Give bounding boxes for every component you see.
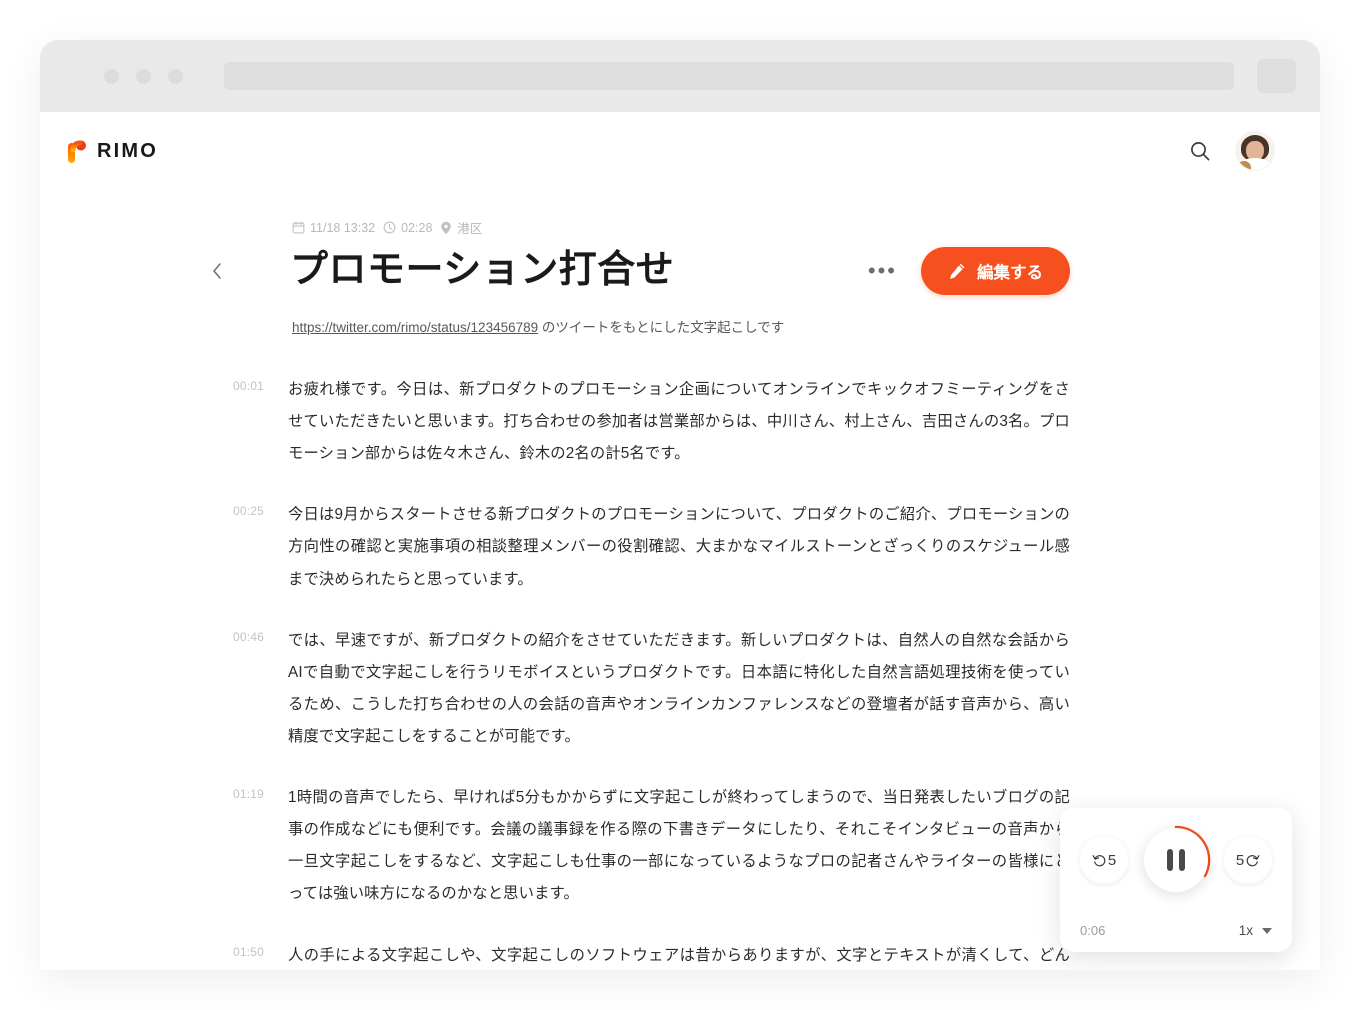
source-link[interactable]: https://twitter.com/rimo/status/12345678…	[292, 320, 538, 335]
map-pin-icon	[441, 221, 452, 234]
header-actions	[1187, 132, 1274, 170]
document-meta: 11/18 13:32 02:28 港区	[292, 218, 1070, 237]
page-title: プロモーション打合せ	[290, 249, 675, 292]
rimo-logo[interactable]: RIMO	[67, 138, 158, 165]
segment-text[interactable]: 1時間の音声でしたら、早ければ5分もかからずに文字起こしが終わってしまうので、当…	[288, 782, 1070, 910]
segment-text[interactable]: お疲れ様です。今日は、新プロダクトのプロモーション企画についてオンラインでキック…	[288, 374, 1070, 470]
segment-text[interactable]: 人の手による文字起こしや、文字起こしのソフトウェアは昔からありますが、文字とテキ…	[288, 940, 1070, 970]
calendar-icon	[292, 221, 305, 234]
transcript-list: 00:01 お疲れ様です。今日は、新プロダクトのプロモーション企画についてオンライ…	[233, 374, 1070, 970]
segment-timestamp[interactable]: 00:01	[233, 374, 288, 470]
rewind-5-label: 5	[1107, 851, 1117, 869]
player-controls: 5 5	[1080, 824, 1272, 896]
avatar[interactable]	[1236, 132, 1274, 170]
playback-speed-select[interactable]: 1x	[1239, 923, 1272, 938]
audio-player: 5 5 0:06 1x	[1060, 808, 1292, 952]
browser-chrome	[40, 40, 1320, 112]
title-row: プロモーション打合せ ••• 編集する	[213, 247, 1070, 295]
title-actions: ••• 編集する	[860, 247, 1070, 295]
app-header: RIMO	[40, 112, 1320, 190]
source-suffix: のツイートをもとにした文字起こしです	[538, 320, 785, 335]
chevron-down-icon	[1262, 927, 1272, 934]
edit-button-label: 編集する	[977, 264, 1043, 282]
segment-text[interactable]: では、早速ですが、新プロダクトの紹介をさせていただきます。新しいプロダクトは、自…	[288, 625, 1070, 753]
current-time-label: 0:06	[1080, 923, 1106, 938]
minimize-window-dot[interactable]	[136, 68, 151, 84]
rimo-logo-mark	[67, 138, 90, 165]
browser-window: RIMO 11/18 13:32 02:28 港区 プロモーション打合せ •••…	[40, 40, 1320, 970]
app-container: RIMO 11/18 13:32 02:28 港区 プロモーション打合せ •••…	[40, 112, 1320, 970]
close-window-dot[interactable]	[104, 68, 119, 84]
forward-5-button[interactable]: 5	[1224, 836, 1272, 884]
traffic-lights	[104, 68, 183, 84]
clock-icon	[383, 221, 396, 234]
more-options-button[interactable]: •••	[860, 256, 905, 286]
segment-timestamp[interactable]: 00:46	[233, 625, 288, 753]
segment-timestamp[interactable]: 01:19	[233, 782, 288, 910]
edit-button[interactable]: 編集する	[921, 247, 1070, 295]
document: 11/18 13:32 02:28 港区 プロモーション打合せ ••• 編集する…	[213, 218, 1070, 970]
pause-button[interactable]	[1144, 828, 1208, 892]
pause-icon-bar2	[1179, 849, 1185, 871]
rimo-logo-text: RIMO	[97, 139, 159, 162]
meta-duration-text: 02:28	[401, 220, 433, 235]
play-pause-wrap	[1140, 824, 1212, 896]
segment-timestamp[interactable]: 00:25	[233, 499, 288, 595]
transcript-segment: 00:46 では、早速ですが、新プロダクトの紹介をさせていただきます。新しいプロダ…	[233, 625, 1070, 753]
rotate-cw-icon	[1246, 854, 1260, 866]
meta-duration: 02:28	[383, 221, 432, 235]
meta-location: 港区	[440, 218, 482, 237]
pause-icon	[1167, 849, 1173, 871]
search-icon[interactable]	[1187, 138, 1213, 164]
segment-timestamp[interactable]: 01:50	[233, 940, 288, 970]
maximize-window-dot[interactable]	[168, 68, 183, 84]
playback-speed-label: 1x	[1238, 923, 1253, 938]
transcript-segment: 00:01 お疲れ様です。今日は、新プロダクトのプロモーション企画についてオンライ…	[233, 374, 1070, 470]
chevron-left-icon[interactable]	[205, 259, 229, 283]
pencil-icon	[950, 263, 965, 279]
transcript-segment: 00:25 今日は9月からスタートさせる新プロダクトのプロモーションについて、プロ…	[233, 499, 1070, 595]
meta-location-text: 港区	[457, 222, 483, 236]
meta-date-text: 11/18 13:32	[310, 220, 376, 235]
segment-text[interactable]: 今日は9月からスタートさせる新プロダクトのプロモーションについて、プロダクトのご…	[288, 499, 1070, 595]
rewind-5-button[interactable]: 5	[1080, 836, 1128, 884]
browser-extension-button[interactable]	[1257, 59, 1296, 93]
forward-5-label: 5	[1235, 851, 1245, 869]
source-line: https://twitter.com/rimo/status/12345678…	[292, 316, 1070, 336]
transcript-segment: 01:50 人の手による文字起こしや、文字起こしのソフトウェアは昔からありますが、…	[233, 940, 1070, 970]
transcript-segment: 01:19 1時間の音声でしたら、早ければ5分もかからずに文字起こしが終わってしま…	[233, 782, 1070, 910]
address-bar[interactable]	[224, 62, 1235, 90]
meta-date: 11/18 13:32	[292, 221, 375, 235]
rotate-ccw-icon	[1092, 854, 1106, 866]
player-footer: 0:06 1x	[1080, 923, 1272, 938]
